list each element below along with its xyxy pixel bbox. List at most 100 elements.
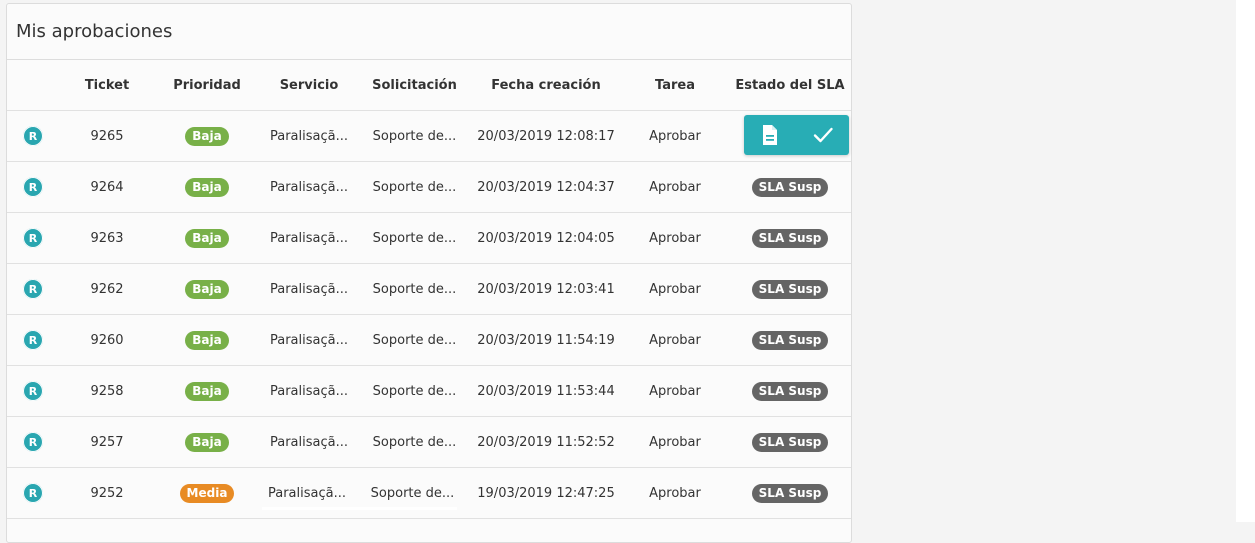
header-sla-status[interactable]: Estado del SLA bbox=[735, 60, 845, 110]
panel-title: Mis aprobaciones bbox=[7, 4, 851, 60]
request-name: Soporte de... bbox=[372, 434, 457, 450]
sla-cell: SLA Susp bbox=[735, 366, 845, 416]
sla-status-badge: SLA Susp bbox=[751, 483, 829, 503]
table-body: R 9265 Baja Paralisaçã... Soporte de... … bbox=[7, 111, 851, 519]
created-date: 20/03/2019 12:03:41 bbox=[477, 281, 615, 297]
ticket-number: 9252 bbox=[90, 485, 124, 501]
request-type-cell: R bbox=[7, 417, 59, 467]
table-row[interactable]: R 9258 Baja Paralisaçã... Soporte de... … bbox=[7, 366, 851, 417]
priority-cell: Baja bbox=[167, 264, 247, 314]
request-type-icon: R bbox=[23, 126, 43, 146]
request-name: Soporte de... bbox=[372, 281, 457, 297]
request-type-cell: R bbox=[7, 111, 59, 161]
ticket-number: 9263 bbox=[90, 230, 124, 246]
task-name: Aprobar bbox=[649, 434, 701, 450]
task-name: Aprobar bbox=[649, 332, 701, 348]
approve-button[interactable] bbox=[803, 119, 843, 151]
table-row[interactable]: R 9265 Baja Paralisaçã... Soporte de... … bbox=[7, 111, 851, 162]
page-scrollbar[interactable] bbox=[1236, 0, 1255, 522]
priority-badge: Baja bbox=[185, 381, 229, 401]
task-name: Aprobar bbox=[649, 128, 701, 144]
priority-badge: Baja bbox=[185, 177, 229, 197]
header-icon-column bbox=[7, 60, 59, 110]
sla-status-badge: SLA Susp bbox=[751, 330, 829, 350]
service-name: Paralisaçã... bbox=[269, 128, 348, 144]
header-ticket[interactable]: Ticket bbox=[67, 60, 147, 110]
task-name: Aprobar bbox=[649, 179, 701, 195]
view-detail-button[interactable] bbox=[750, 119, 790, 151]
header-priority[interactable]: Prioridad bbox=[167, 60, 247, 110]
header-created-date[interactable]: Fecha creación bbox=[472, 60, 620, 110]
sla-cell: SLA Susp bbox=[735, 315, 845, 365]
priority-cell: Baja bbox=[167, 366, 247, 416]
request-type-cell: R bbox=[7, 264, 59, 314]
header-service[interactable]: Servicio bbox=[265, 60, 353, 110]
table-header: Ticket Prioridad Servicio Solicitación F… bbox=[7, 60, 851, 111]
sla-status-badge: SLA Susp bbox=[751, 228, 829, 248]
sla-status-badge: SLA Susp bbox=[751, 432, 829, 452]
table-row[interactable]: R 9263 Baja Paralisaçã... Soporte de... … bbox=[7, 213, 851, 264]
sla-status-badge: SLA Susp bbox=[751, 279, 829, 299]
table-row[interactable]: R 9264 Baja Paralisaçã... Soporte de... … bbox=[7, 162, 851, 213]
row-actions bbox=[744, 115, 849, 155]
sla-cell: SLA Susp bbox=[735, 417, 845, 467]
service-name: Paralisaçã... bbox=[269, 230, 348, 246]
created-date: 20/03/2019 12:04:05 bbox=[477, 230, 615, 246]
priority-badge: Baja bbox=[185, 279, 229, 299]
request-type-icon: R bbox=[23, 432, 43, 452]
created-date: 20/03/2019 12:08:17 bbox=[477, 128, 615, 144]
header-request[interactable]: Solicitación bbox=[367, 60, 462, 110]
request-type-cell: R bbox=[7, 366, 59, 416]
task-name: Aprobar bbox=[649, 383, 701, 399]
priority-badge: Baja bbox=[185, 330, 229, 350]
request-type-cell: R bbox=[7, 468, 59, 518]
header-task[interactable]: Tarea bbox=[635, 60, 715, 110]
request-type-icon: R bbox=[23, 381, 43, 401]
request-type-icon: R bbox=[23, 228, 43, 248]
request-name: Soporte de... bbox=[372, 179, 457, 195]
priority-badge: Baja bbox=[185, 432, 229, 452]
approvals-panel: Mis aprobaciones Ticket Prioridad Servic… bbox=[6, 3, 852, 543]
created-date: 20/03/2019 11:54:19 bbox=[477, 332, 615, 348]
table-row[interactable]: R 9252 Media Paralisaçã... Soporte de...… bbox=[7, 468, 851, 519]
table-row[interactable]: R 9262 Baja Paralisaçã... Soporte de... … bbox=[7, 264, 851, 315]
priority-cell: Baja bbox=[167, 213, 247, 263]
service-name: Paralisaçã... bbox=[269, 281, 348, 297]
priority-badge: Baja bbox=[185, 126, 229, 146]
priority-cell: Baja bbox=[167, 111, 247, 161]
created-date: 20/03/2019 11:52:52 bbox=[477, 434, 615, 450]
request-name: Soporte de... bbox=[372, 128, 457, 144]
request-type-cell: R bbox=[7, 162, 59, 212]
ticket-number: 9257 bbox=[90, 434, 124, 450]
ticket-number: 9260 bbox=[90, 332, 124, 348]
sla-cell: SLA Susp bbox=[735, 213, 845, 263]
created-date: 20/03/2019 11:53:44 bbox=[477, 383, 615, 399]
horizontal-scroll-indicator bbox=[262, 507, 457, 510]
service-name: Paralisaçã... bbox=[269, 434, 348, 450]
request-name: Soporte de... bbox=[370, 485, 455, 501]
service-name: Paralisaçã... bbox=[269, 332, 348, 348]
ticket-number: 9258 bbox=[90, 383, 124, 399]
priority-cell: Media bbox=[167, 468, 247, 518]
service-name: Paralisaçã... bbox=[269, 179, 348, 195]
request-name: Soporte de... bbox=[372, 383, 457, 399]
task-name: Aprobar bbox=[649, 485, 701, 501]
table-row[interactable]: R 9257 Baja Paralisaçã... Soporte de... … bbox=[7, 417, 851, 468]
sla-status-badge: SLA Susp bbox=[751, 381, 829, 401]
request-type-cell: R bbox=[7, 315, 59, 365]
task-name: Aprobar bbox=[649, 281, 701, 297]
request-type-icon: R bbox=[23, 483, 43, 503]
request-type-icon: R bbox=[23, 279, 43, 299]
request-name: Soporte de... bbox=[372, 230, 457, 246]
request-name: Soporte de... bbox=[372, 332, 457, 348]
request-type-icon: R bbox=[23, 330, 43, 350]
created-date: 19/03/2019 12:47:25 bbox=[477, 485, 615, 501]
task-name: Aprobar bbox=[649, 230, 701, 246]
ticket-number: 9262 bbox=[90, 281, 124, 297]
priority-cell: Baja bbox=[167, 162, 247, 212]
ticket-number: 9264 bbox=[90, 179, 124, 195]
priority-badge: Media bbox=[179, 483, 235, 503]
request-type-cell: R bbox=[7, 213, 59, 263]
sla-cell: SLA Susp bbox=[735, 162, 845, 212]
table-row[interactable]: R 9260 Baja Paralisaçã... Soporte de... … bbox=[7, 315, 851, 366]
